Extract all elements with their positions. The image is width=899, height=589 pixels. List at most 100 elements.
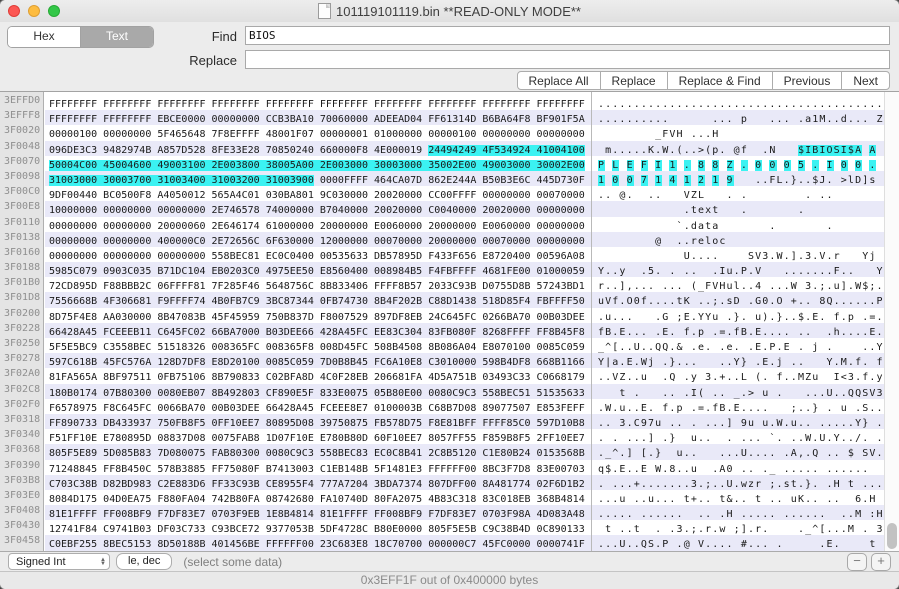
hex-group[interactable]: FCEEEB11	[103, 327, 151, 338]
hex-group[interactable]: 38005A00	[265, 159, 320, 171]
hex-group[interactable]: 45FC576A	[103, 357, 151, 368]
hex-bytes[interactable]: 71248845 FF8B450C 578B3885 FF75080F B7413003…	[45, 460, 592, 475]
hex-group[interactable]: 0703F9EB	[212, 509, 260, 520]
hex-group[interactable]: 668B1166	[537, 357, 585, 368]
value-type-select[interactable]: Signed Int ▲ ▼	[8, 553, 110, 570]
hex-group[interactable]: 24494249	[428, 144, 483, 156]
hex-group[interactable]: C645FC02	[157, 327, 205, 338]
hex-group[interactable]: 51518326	[157, 342, 205, 353]
ascii-text[interactable]: .u... .G ;E.YYu .}. u).}..$.E. f.p .=.	[592, 308, 884, 323]
hex-group[interactable]: 31003900	[265, 174, 314, 186]
hex-group[interactable]: 20000000	[428, 221, 476, 232]
ascii-text[interactable]: U.... SV3.W.].3.V.r Yj	[592, 247, 884, 262]
hex-group[interactable]: 4F534924	[482, 144, 537, 156]
hex-group[interactable]: 00000000	[537, 129, 585, 140]
hex-group[interactable]: B71DC104	[157, 266, 205, 277]
hex-group[interactable]: 5F5E5BC9	[49, 342, 97, 353]
hex-group[interactable]: 18C70700	[374, 539, 422, 550]
hex-bytes[interactable]: 5985C079 0903C035 B71DC104 EB0203C0 4975EE50…	[45, 262, 592, 277]
hex-group[interactable]: 518D85F4	[482, 296, 530, 307]
hex-group[interactable]: EC0C0400	[266, 251, 314, 262]
hex-group[interactable]: 66BA7000	[212, 327, 260, 338]
hex-group[interactable]: A857D528	[157, 145, 205, 156]
hex-group[interactable]: FFFFFFFF	[49, 114, 97, 125]
hex-group[interactable]: 00000000	[157, 205, 205, 216]
hex-group[interactable]: FFFFFFFF	[374, 99, 422, 110]
hex-group[interactable]: 8268FFFF	[482, 327, 530, 338]
ascii-text[interactable]: @ ..reloc	[592, 232, 884, 247]
hex-group[interactable]: C2E883D6	[157, 479, 205, 490]
hex-group[interactable]: E0060000	[374, 221, 422, 232]
hex-group[interactable]: FF8B45F8	[537, 327, 585, 338]
ascii-text[interactable]: t ..t . .3.;.r.w ;].r. ._^[...M . 3	[592, 520, 884, 535]
hex-group[interactable]: FF75080F	[212, 464, 260, 475]
hex-group[interactable]: 1D07F10E	[266, 433, 314, 444]
hex-group[interactable]: 00535633	[320, 251, 368, 262]
ascii-text[interactable]: ._^.] [.} u.. ...U.... .A,.Q .. $ SV.	[592, 444, 884, 459]
hex-group[interactable]: EE83C304	[374, 327, 422, 338]
hex-group[interactable]: FFFFFFFF	[103, 114, 151, 125]
ascii-text[interactable]: .......... ... p ... .a1M..d... Z	[592, 110, 884, 125]
hex-group[interactable]: CCB3BA10	[266, 114, 314, 125]
ascii-text[interactable]: `.data . .	[592, 217, 884, 232]
hex-group[interactable]: 565A4C01	[212, 190, 260, 201]
ascii-text[interactable]: . . ...] .} u.. . ... `. ..W.U.Y../. .	[592, 429, 884, 444]
hex-group[interactable]: CC00FFFF	[428, 190, 476, 201]
hex-group[interactable]: 12741F84	[49, 524, 97, 535]
hex-group[interactable]: 128D7DF8	[157, 357, 205, 368]
hex-group[interactable]: 008365F8	[266, 342, 314, 353]
hex-group[interactable]: 750B837D	[266, 312, 314, 323]
hex-group[interactable]: 31003200	[211, 174, 266, 186]
hex-group[interactable]: FFFFFFFF	[482, 99, 530, 110]
hex-group[interactable]: 0000FFFF	[320, 175, 368, 186]
hex-group[interactable]: 0085C059	[537, 342, 585, 353]
hex-group[interactable]: 805F5E5B	[428, 524, 476, 535]
hex-group[interactable]: F4FBFFFF	[428, 266, 476, 277]
hex-group[interactable]: 5D085B83	[103, 448, 151, 459]
hex-bytes[interactable]: 10000000 00000000 00000000 2E746578 74000000…	[45, 201, 592, 216]
hex-group[interactable]: FBFFFF50	[537, 296, 585, 307]
hex-group[interactable]: 8BC3F7D8	[482, 464, 530, 475]
hex-group[interactable]: 445D730F	[537, 175, 585, 186]
hex-group[interactable]: 20000000	[320, 221, 368, 232]
hex-group[interactable]: 8B790833	[212, 372, 260, 383]
hex-group[interactable]: 49003100	[157, 159, 212, 171]
hex-group[interactable]: 0085C059	[266, 357, 314, 368]
hex-group[interactable]: 008365FC	[212, 342, 260, 353]
scrollbar-thumb[interactable]	[887, 523, 897, 549]
ascii-text[interactable]: _FVH ...H	[592, 125, 884, 140]
hex-group[interactable]: 4D083A48	[537, 509, 585, 520]
hex-group[interactable]: 8057FF55	[428, 433, 476, 444]
hex-group[interactable]: 2E003800	[211, 159, 266, 171]
hex-group[interactable]: 2C8B5120	[428, 448, 476, 459]
hex-group[interactable]: 400000C0	[157, 236, 205, 247]
hex-group[interactable]: F7DF83E7	[428, 509, 476, 520]
hex-group[interactable]: 06FFFF81	[157, 281, 205, 292]
hex-group[interactable]: 8B086A04	[428, 342, 476, 353]
hex-group[interactable]: 00070000	[482, 236, 530, 247]
ascii-text[interactable]: Y..y .5. . .. .Iu.P.V .......F.. Y	[592, 262, 884, 277]
hex-bytes[interactable]: 00000100 00000000 5F465648 7F8EFFFF 48001F07…	[45, 125, 592, 140]
hex-group[interactable]: 598B4DF8	[482, 357, 530, 368]
hex-group[interactable]: C02BFA8D	[266, 372, 314, 383]
ascii-text[interactable]: uVf.O0f....tK ..;.sD .G0.O +.. 8Q......P	[592, 292, 884, 307]
hex-group[interactable]: 000000C7	[428, 539, 476, 550]
hex-group[interactable]: FF8B450C	[103, 464, 151, 475]
hex-group[interactable]: 00596A08	[537, 251, 585, 262]
hex-group[interactable]: 66428A45	[266, 403, 314, 414]
hex-group[interactable]: 0075FAB8	[212, 433, 260, 444]
hex-group[interactable]: FFFFFFFF	[157, 99, 205, 110]
hex-group[interactable]: C68B7D08	[428, 403, 476, 414]
hex-group[interactable]: F880FA04	[157, 494, 205, 505]
hex-group[interactable]: 00000000	[49, 236, 97, 247]
hex-group[interactable]: 4975EE50	[266, 266, 314, 277]
hex-group[interactable]: 5F465648	[157, 129, 205, 140]
hex-group[interactable]: BC0500F8	[103, 190, 151, 201]
hex-group[interactable]: 2033C93B	[428, 281, 476, 292]
hex-group[interactable]: 4D5A751B	[428, 372, 476, 383]
minus-button[interactable]: −	[847, 552, 867, 571]
hex-group[interactable]: 35002E00	[428, 159, 483, 171]
hex-bytes[interactable]: C0EBF255 8BEC5153 8D50188B 401456BE FFFFFF00…	[45, 535, 592, 550]
hex-group[interactable]: 8BEC5153	[103, 539, 151, 550]
hex-group[interactable]: 8A481774	[482, 479, 530, 490]
